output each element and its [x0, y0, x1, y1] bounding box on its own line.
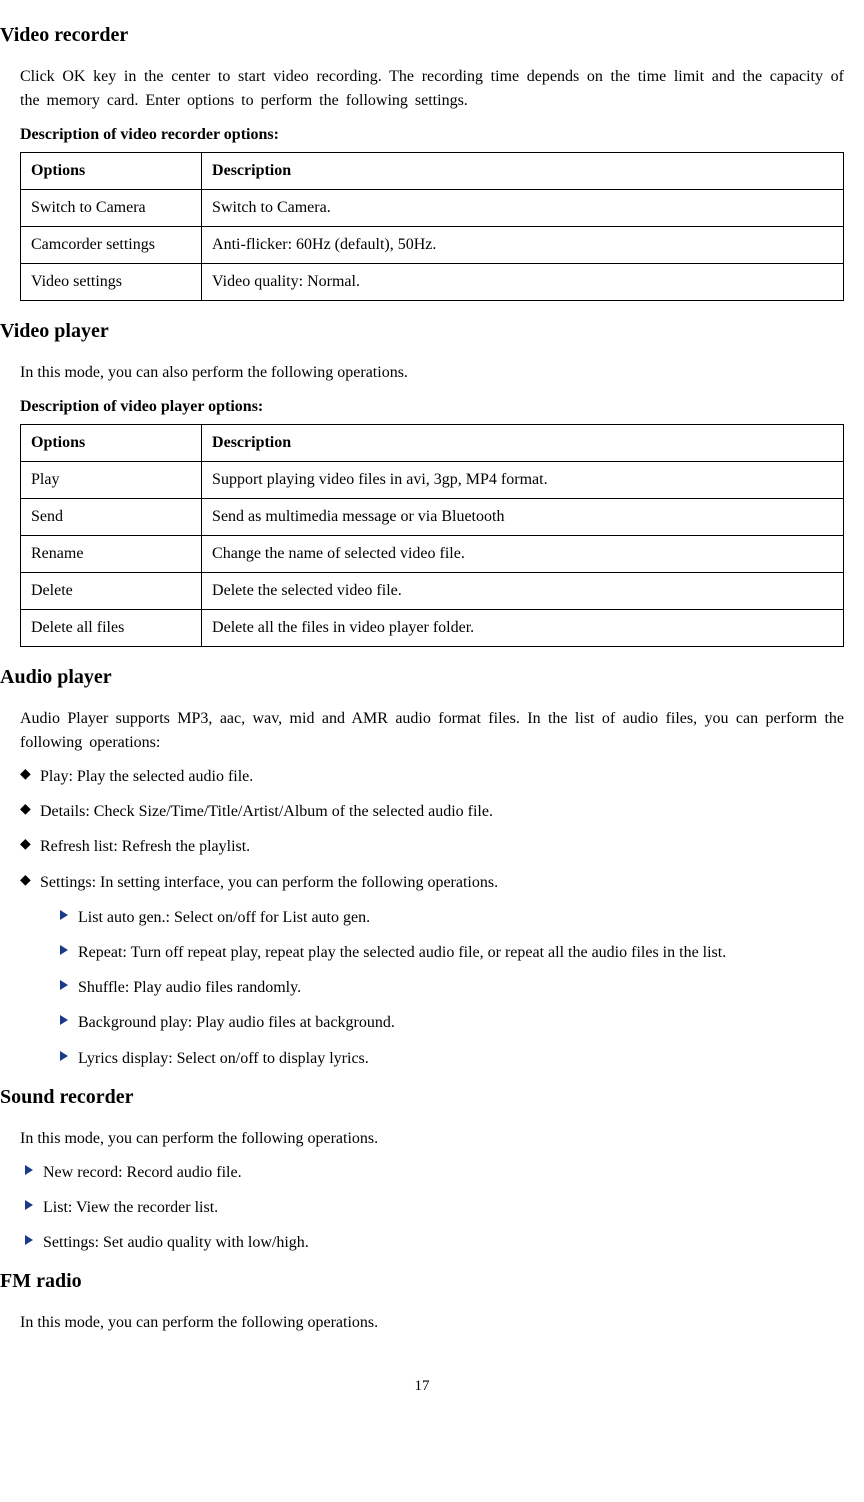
table-header: Description	[202, 153, 844, 190]
audio-player-intro: Audio Player supports MP3, aac, wav, mid…	[20, 707, 844, 755]
audio-player-bullets: Play: Play the selected audio file. Deta…	[20, 763, 844, 896]
table-cell: Send	[21, 499, 202, 536]
table-cell: Delete	[21, 573, 202, 610]
table-cell: Switch to Camera	[21, 190, 202, 227]
audio-player-sub-bullets: List auto gen.: Select on/off for List a…	[20, 904, 844, 1072]
table-cell: Rename	[21, 536, 202, 573]
table-cell: Play	[21, 462, 202, 499]
table-header: Options	[21, 153, 202, 190]
table-cell: Camcorder settings	[21, 227, 202, 264]
video-player-table: Options Description Play Support playing…	[20, 424, 844, 647]
video-recorder-intro: Click OK key in the center to start vide…	[20, 65, 844, 113]
table-cell: Delete all the files in video player fol…	[202, 610, 844, 647]
list-item: Lyrics display: Select on/off to display…	[60, 1045, 844, 1072]
list-item: Refresh list: Refresh the playlist.	[20, 833, 844, 860]
list-item: List: View the recorder list.	[25, 1194, 844, 1221]
list-item: Details: Check Size/Time/Title/Artist/Al…	[20, 798, 844, 825]
list-item: Repeat: Turn off repeat play, repeat pla…	[60, 939, 844, 966]
list-item: Settings: Set audio quality with low/hig…	[25, 1229, 844, 1256]
sound-recorder-bullets: New record: Record audio file. List: Vie…	[20, 1159, 844, 1257]
table-cell: Switch to Camera.	[202, 190, 844, 227]
video-player-heading: Video player	[0, 316, 844, 346]
table-cell: Video settings	[21, 264, 202, 301]
list-item: List auto gen.: Select on/off for List a…	[60, 904, 844, 931]
sound-recorder-heading: Sound recorder	[0, 1082, 844, 1112]
table-cell: Change the name of selected video file.	[202, 536, 844, 573]
video-recorder-desc-label: Description of video recorder options:	[20, 123, 844, 147]
table-header: Description	[202, 425, 844, 462]
fm-radio-intro: In this mode, you can perform the follow…	[20, 1311, 844, 1335]
list-item: Play: Play the selected audio file.	[20, 763, 844, 790]
list-item: Background play: Play audio files at bac…	[60, 1009, 844, 1036]
table-cell: Video quality: Normal.	[202, 264, 844, 301]
table-cell: Send as multimedia message or via Blueto…	[202, 499, 844, 536]
table-cell: Anti-flicker: 60Hz (default), 50Hz.	[202, 227, 844, 264]
fm-radio-heading: FM radio	[0, 1266, 844, 1296]
video-player-desc-label: Description of video player options:	[20, 395, 844, 419]
table-header: Options	[21, 425, 202, 462]
page-number: 17	[0, 1375, 844, 1398]
audio-player-heading: Audio player	[0, 662, 844, 692]
video-recorder-heading: Video recorder	[0, 20, 844, 50]
video-recorder-table: Options Description Switch to Camera Swi…	[20, 152, 844, 301]
list-item: New record: Record audio file.	[25, 1159, 844, 1186]
table-cell: Delete all files	[21, 610, 202, 647]
video-player-intro: In this mode, you can also perform the f…	[20, 361, 844, 385]
sound-recorder-intro: In this mode, you can perform the follow…	[20, 1127, 844, 1151]
table-cell: Support playing video files in avi, 3gp,…	[202, 462, 844, 499]
list-item: Shuffle: Play audio files randomly.	[60, 974, 844, 1001]
list-item: Settings: In setting interface, you can …	[20, 869, 844, 896]
table-cell: Delete the selected video file.	[202, 573, 844, 610]
